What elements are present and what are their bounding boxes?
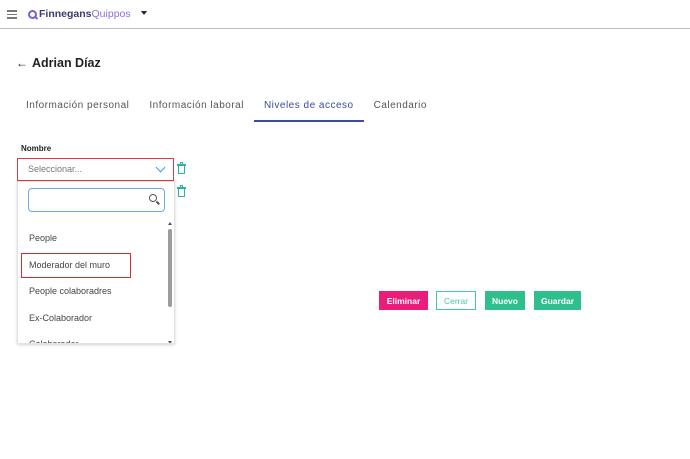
arrow-left-icon: ← bbox=[16, 56, 28, 70]
page-title: Adrian Díaz bbox=[32, 56, 101, 70]
dropdown-scrollbar[interactable] bbox=[167, 222, 173, 343]
top-bar: Finnegans Quippos bbox=[0, 0, 690, 29]
cerrar-button[interactable]: Cerrar bbox=[436, 291, 476, 310]
tab-informacion-personal[interactable]: Información personal bbox=[16, 96, 139, 122]
logo-icon bbox=[28, 9, 37, 19]
nombre-label: Nombre bbox=[21, 144, 52, 153]
dropdown-option[interactable]: Colaborador bbox=[18, 330, 168, 343]
eliminar-button[interactable]: Eliminar bbox=[379, 291, 428, 310]
select-placeholder: Seleccionar... bbox=[28, 164, 83, 174]
trash-icon[interactable] bbox=[177, 185, 186, 198]
app-logo[interactable]: Finnegans Quippos bbox=[28, 8, 131, 20]
scroll-down-icon[interactable] bbox=[168, 341, 172, 343]
dropdown-search-input[interactable] bbox=[28, 188, 165, 212]
tab-niveles-de-acceso[interactable]: Niveles de acceso bbox=[253, 96, 364, 122]
scroll-up-icon[interactable] bbox=[168, 222, 172, 225]
brand-name-part2: Quippos bbox=[91, 8, 131, 20]
dropdown-option[interactable]: People colaboradres bbox=[18, 277, 168, 304]
brand-name-part1: Finnegans bbox=[39, 8, 92, 20]
back-link[interactable]: ← Adrian Díaz bbox=[16, 56, 101, 70]
menu-icon[interactable] bbox=[7, 10, 17, 19]
nuevo-button[interactable]: Nuevo bbox=[485, 291, 525, 310]
tab-bar: Información personal Información laboral… bbox=[16, 96, 437, 122]
dropdown-options: People Moderador del muro People colabor… bbox=[18, 224, 168, 343]
caret-down-icon[interactable] bbox=[141, 11, 147, 15]
tab-calendario[interactable]: Calendario bbox=[364, 96, 437, 122]
nombre-select[interactable]: Seleccionar... bbox=[17, 158, 174, 181]
dropdown-option[interactable]: People bbox=[18, 224, 168, 251]
tab-informacion-laboral[interactable]: Información laboral bbox=[139, 96, 254, 122]
search-icon bbox=[149, 194, 157, 202]
dropdown-option-highlighted[interactable]: Moderador del muro bbox=[18, 251, 168, 278]
select-dropdown: People Moderador del muro People colabor… bbox=[17, 181, 175, 344]
guardar-button[interactable]: Guardar bbox=[534, 291, 581, 310]
chevron-down-icon bbox=[155, 162, 166, 173]
scrollbar-thumb[interactable] bbox=[168, 229, 172, 307]
trash-icon[interactable] bbox=[177, 162, 186, 175]
highlight-box bbox=[21, 252, 131, 278]
dropdown-option[interactable]: Ex-Colaborador bbox=[18, 304, 168, 331]
